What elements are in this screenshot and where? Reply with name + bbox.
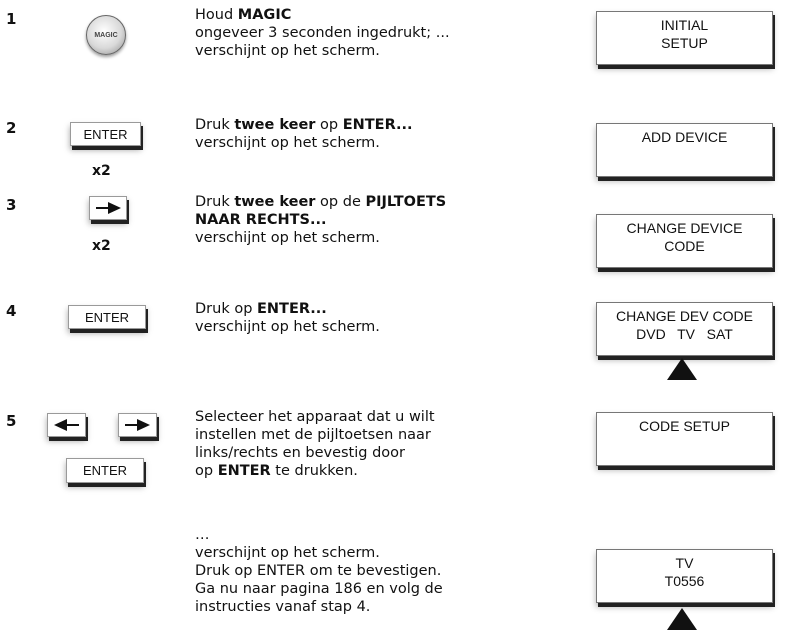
enter-key-label: ENTER <box>82 463 128 478</box>
display-screen-4: CHANGE DEV CODE DVD TV SAT <box>596 302 773 356</box>
text-segment: ENTER... <box>342 117 413 133</box>
text-segment: op de <box>315 194 366 210</box>
display-line: T0556 <box>664 573 705 589</box>
multiplier-step3: x2 <box>92 238 111 254</box>
text-segment: Druk <box>195 117 235 133</box>
text-segment: twee keer <box>234 194 316 210</box>
display-screen-final: TV T0556 <box>596 549 773 603</box>
text-segment: op <box>315 117 343 133</box>
display-line: CODE <box>664 238 705 254</box>
magic-button-label: MAGIC <box>94 31 118 39</box>
display-line: ADD DEVICE <box>641 129 728 145</box>
step-number-3: 3 <box>6 196 17 214</box>
text-segment: MAGIC <box>237 7 292 23</box>
step-text-1: Houd MAGIC ongeveer 3 seconden ingedrukt… <box>195 6 450 60</box>
text-segment: ENTER <box>217 463 271 479</box>
display-line: SETUP <box>661 35 708 51</box>
display-screen-1: INITIAL SETUP <box>596 11 773 65</box>
text-segment: Houd <box>195 7 238 23</box>
display-screen-5: CODE SETUP <box>596 412 773 466</box>
left-arrow-icon <box>54 419 79 431</box>
display-line: DVD TV SAT <box>636 326 733 342</box>
text-segment: te drukken. <box>270 463 358 479</box>
enter-key-step4[interactable]: ENTER <box>68 305 146 329</box>
right-arrow-key-step5[interactable] <box>118 413 157 437</box>
left-arrow-key-step5[interactable] <box>47 413 86 437</box>
magic-button[interactable]: MAGIC <box>86 15 126 55</box>
step-number-5: 5 <box>6 412 17 430</box>
enter-key-label: ENTER <box>83 126 128 142</box>
step-text-2: Druk twee keer op ENTER... verschijnt op… <box>195 116 413 152</box>
step-number-4: 4 <box>6 302 17 320</box>
enter-key-step2[interactable]: ENTER <box>70 122 141 146</box>
text-segment: ongeveer 3 seconden ingedrukt; ... versc… <box>195 25 450 59</box>
pointer-triangle-icon <box>667 358 697 380</box>
step-number-1: 1 <box>6 10 17 28</box>
right-arrow-key-step3[interactable] <box>89 196 127 220</box>
text-segment: twee keer <box>234 117 316 133</box>
text-segment: Druk <box>195 194 235 210</box>
enter-key-step5[interactable]: ENTER <box>66 458 144 483</box>
pointer-triangle-icon <box>667 608 697 630</box>
display-line: INITIAL <box>660 17 709 33</box>
display-line: CODE SETUP <box>638 418 730 434</box>
step-text-5: Selecteer het apparaat dat u wilt instel… <box>195 408 435 480</box>
display-line: TV <box>675 555 694 571</box>
step-text-4: Druk op ENTER... verschijnt op het scher… <box>195 300 380 336</box>
step-text-3: Druk twee keer op de PIJLTOETS NAAR RECH… <box>195 193 446 247</box>
final-text: … verschijnt op het scherm. Druk op ENTE… <box>195 527 443 615</box>
text-segment: Druk op <box>195 301 258 317</box>
display-line: CHANGE DEVICE <box>626 220 743 236</box>
display-line: CHANGE DEV CODE <box>616 308 753 324</box>
text-segment: verschijnt op het scherm. <box>195 135 380 151</box>
text-segment: ENTER... <box>257 301 327 317</box>
step-number-2: 2 <box>6 119 17 137</box>
enter-key-label: ENTER <box>84 309 130 325</box>
text-segment: verschijnt op het scherm. <box>195 319 380 335</box>
multiplier-step2: x2 <box>92 163 111 179</box>
text-segment: verschijnt op het scherm. <box>195 230 380 246</box>
display-screen-3: CHANGE DEVICE CODE <box>596 214 773 268</box>
right-arrow-icon <box>96 202 121 214</box>
display-screen-2: ADD DEVICE <box>596 123 773 177</box>
right-arrow-icon <box>125 419 150 431</box>
